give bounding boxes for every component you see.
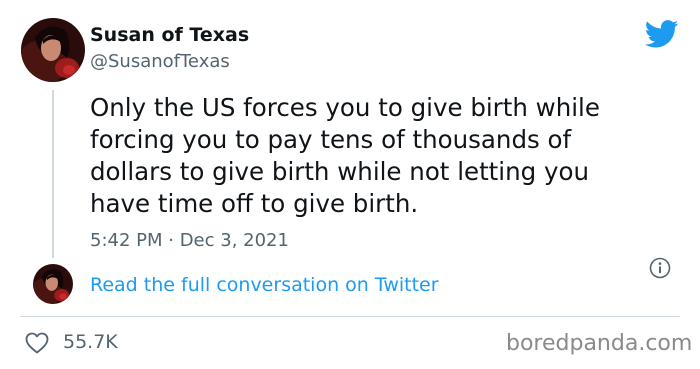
tweet-timestamp[interactable]: 5:42 PM · Dec 3, 2021 <box>90 230 289 251</box>
heart-icon[interactable] <box>25 332 49 354</box>
divider <box>20 316 680 317</box>
thread-line <box>52 90 54 258</box>
twitter-bird-icon[interactable] <box>644 20 679 48</box>
avatar-small[interactable] <box>33 264 73 304</box>
watermark: boredpanda.com <box>506 331 693 356</box>
user-handle[interactable]: @SusanofTexas <box>90 51 230 72</box>
info-icon[interactable] <box>649 257 671 279</box>
display-name[interactable]: Susan of Texas <box>90 24 249 46</box>
tweet-text: Only the US forces you to give birth whi… <box>90 93 600 218</box>
like-count[interactable]: 55.7K <box>63 331 118 353</box>
avatar[interactable] <box>21 18 85 82</box>
read-conversation-link[interactable]: Read the full conversation on Twitter <box>90 274 439 296</box>
